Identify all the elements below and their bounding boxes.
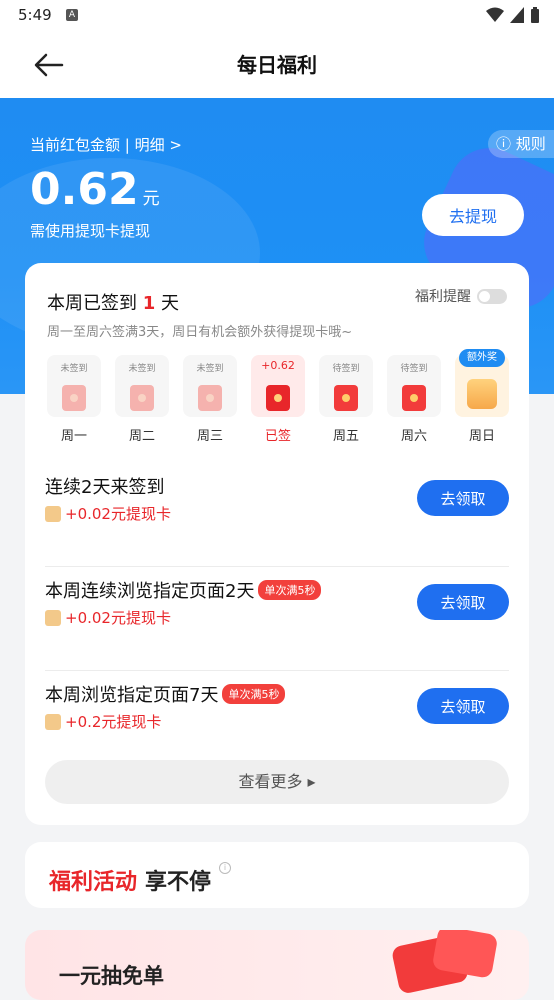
day-thu[interactable]: +0.62 已签: [251, 355, 305, 444]
day-status: 待签到: [400, 364, 428, 374]
info-icon[interactable]: i: [219, 862, 231, 874]
checkin-title-prefix: 本周已签到: [47, 293, 143, 314]
day-label: 周六: [400, 429, 427, 444]
withdraw-button[interactable]: 去提现: [422, 194, 524, 236]
red-envelope-icon: [198, 385, 222, 411]
day-wed[interactable]: 未签到 周三: [183, 355, 237, 444]
task-badge: 单次满5秒: [222, 684, 286, 704]
withdraw-card-icon: [45, 505, 61, 522]
checkin-card: 本周已签到 1 天 福利提醒 周一至周六签满3天，周日有机会额外获得提现卡哦~ …: [25, 263, 529, 825]
task-title: 本周浏览指定页面7天: [45, 685, 219, 706]
task-reward-text: +0.02元提现卡: [65, 609, 171, 627]
reminder-toggle-row[interactable]: 福利提醒: [415, 286, 507, 306]
red-envelope-icon: [334, 385, 358, 411]
activity-title-highlight: 福利活动: [49, 870, 138, 895]
balance-number: 0.62: [30, 164, 139, 215]
view-more-button[interactable]: 查看更多 ▸: [45, 760, 509, 804]
page-title: 每日福利: [237, 53, 317, 77]
promo-title: 一元抽免单: [59, 964, 164, 988]
day-status: 未签到: [128, 364, 156, 374]
task-reward: +0.02元提现卡: [45, 607, 171, 628]
day-status: 待签到: [332, 364, 360, 374]
promo-banner[interactable]: 一元抽免单: [25, 930, 529, 1000]
task-name: 本周浏览指定页面7天 单次满5秒: [45, 681, 286, 707]
rules-button[interactable]: ⓘ 规则: [488, 130, 554, 158]
withdraw-card-icon: [45, 713, 61, 730]
day-mon[interactable]: 未签到 周一: [47, 355, 101, 444]
day-label: 周二: [128, 429, 155, 444]
red-envelope-icon: [266, 385, 290, 411]
status-time: 5:49: [18, 6, 52, 24]
day-label: 周日: [468, 429, 495, 444]
day-sat[interactable]: 待签到 周六: [387, 355, 441, 444]
reminder-toggle[interactable]: [477, 288, 507, 304]
withdraw-card-icon: [45, 609, 61, 626]
balance-detail-link[interactable]: 当前红包金额 | 明细 >: [30, 134, 182, 155]
task-title: 本周连续浏览指定页面2天: [45, 581, 255, 602]
day-label: 周三: [196, 429, 223, 444]
day-status: 未签到: [196, 364, 224, 374]
balance-amount: 0.62 元: [30, 164, 160, 215]
day-sun[interactable]: 额外奖 周日: [455, 349, 509, 444]
claim-button[interactable]: 去领取: [417, 584, 509, 620]
day-tue[interactable]: 未签到 周二: [115, 355, 169, 444]
withdraw-hint: 需使用提现卡提现: [30, 222, 151, 240]
day-label: 已签: [264, 429, 291, 444]
task-reward: +0.02元提现卡: [45, 503, 171, 524]
task-badge: 单次满5秒: [258, 580, 322, 600]
bonus-tag: 额外奖: [459, 349, 505, 367]
red-envelope-icon: [62, 385, 86, 411]
checkin-days: 未签到 周一 未签到 周二 未签到 周三 +0.62 已签 待签到 周五 待签到…: [45, 349, 515, 445]
checkin-days-count: 1: [142, 293, 156, 314]
task-item: 本周连续浏览指定页面2天 单次满5秒 +0.02元提现卡 去领取: [45, 567, 509, 671]
nav-bar: 每日福利: [0, 32, 554, 98]
red-envelope-icon: [402, 385, 426, 411]
day-fri[interactable]: 待签到 周五: [319, 355, 373, 444]
task-item: 连续2天来签到 +0.02元提现卡 去领取: [45, 463, 509, 567]
status-bar: 5:49 A: [0, 0, 554, 32]
checkin-title: 本周已签到 1 天: [47, 289, 179, 315]
task-reward-text: +0.2元提现卡: [65, 713, 162, 731]
app-notification-icon: A: [66, 9, 78, 21]
battery-icon: [531, 7, 539, 23]
day-label: 周五: [332, 429, 359, 444]
task-name: 连续2天来签到: [45, 473, 164, 499]
activity-title-rest: 享不停: [145, 870, 212, 895]
gift-box-icon: [467, 379, 497, 409]
checkin-title-suffix: 天: [155, 293, 179, 314]
activity-section: 福利活动 享不停 i: [25, 842, 529, 908]
reminder-label: 福利提醒: [415, 289, 471, 305]
red-envelope-icon: [130, 385, 154, 411]
task-reward-text: +0.02元提现卡: [65, 505, 171, 523]
day-status: 未签到: [60, 364, 88, 374]
task-title: 连续2天来签到: [45, 477, 165, 498]
day-label: 周一: [60, 429, 87, 444]
wifi-icon: [486, 7, 504, 22]
task-reward: +0.2元提现卡: [45, 711, 161, 732]
signal-icon: [510, 7, 524, 23]
balance-unit: 元: [142, 189, 160, 209]
task-name: 本周连续浏览指定页面2天 单次满5秒: [45, 577, 322, 603]
claim-button[interactable]: 去领取: [417, 688, 509, 724]
status-icons: [486, 7, 540, 23]
checkin-subtitle: 周一至周六签满3天，周日有机会额外获得提现卡哦~: [47, 325, 353, 340]
claim-button[interactable]: 去领取: [417, 480, 509, 516]
day-status: +0.62: [261, 359, 295, 372]
task-item: 本周浏览指定页面7天 单次满5秒 +0.2元提现卡 去领取: [45, 671, 509, 751]
